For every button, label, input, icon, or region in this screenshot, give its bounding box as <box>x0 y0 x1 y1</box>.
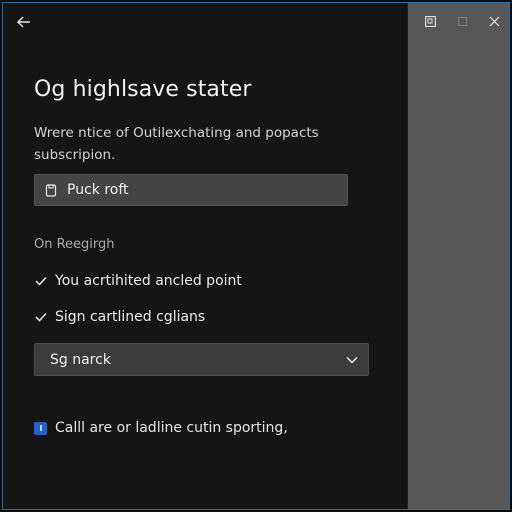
primary-button-label: Puck roft <box>67 182 129 198</box>
checkbox[interactable] <box>34 421 47 435</box>
check-item-2: Sign cartlined cglians <box>34 309 205 325</box>
back-button[interactable] <box>13 12 35 32</box>
primary-button[interactable]: Puck roft <box>34 174 348 206</box>
window-controls <box>421 12 503 30</box>
page-title: Og highlsave stater <box>34 77 252 102</box>
app-window: Og highlsave stater Wrere ntice of Outil… <box>0 0 512 512</box>
dropdown-select[interactable]: Sg narck <box>34 343 369 376</box>
description: Wrere ntice of Outilexchating and popact… <box>34 122 334 166</box>
checkbox-label: Calll are or ladline cutin sporting, <box>55 420 288 436</box>
window-frame: Og highlsave stater Wrere ntice of Outil… <box>2 2 510 510</box>
checkmark-icon <box>34 310 48 324</box>
description-line-1: Wrere ntice of Outilexchating and popact… <box>34 125 319 141</box>
restore-button[interactable] <box>421 12 439 30</box>
check-item-1: You acrtihited ancled point <box>34 273 242 289</box>
minimize-button[interactable] <box>453 12 471 30</box>
check-small-icon <box>39 425 42 431</box>
chevron-down-icon <box>346 352 358 368</box>
close-icon <box>489 16 499 26</box>
checkmark-icon <box>34 274 48 288</box>
main-panel: Og highlsave stater Wrere ntice of Outil… <box>3 3 408 509</box>
close-button[interactable] <box>485 12 503 30</box>
back-arrow-icon <box>17 16 30 28</box>
consent-checkbox-row[interactable]: Calll are or ladline cutin sporting, <box>34 420 288 436</box>
check-item-label: Sign cartlined cglians <box>55 309 206 325</box>
side-panel <box>408 3 509 509</box>
section-label: On Reegirgh <box>34 237 115 252</box>
restore-icon <box>424 15 436 27</box>
document-icon <box>44 183 58 197</box>
minimize-icon <box>457 16 467 26</box>
dropdown-value: Sg narck <box>50 351 111 368</box>
description-line-2: subscripion. <box>34 147 116 163</box>
check-item-label: You acrtihited ancled point <box>55 273 242 289</box>
